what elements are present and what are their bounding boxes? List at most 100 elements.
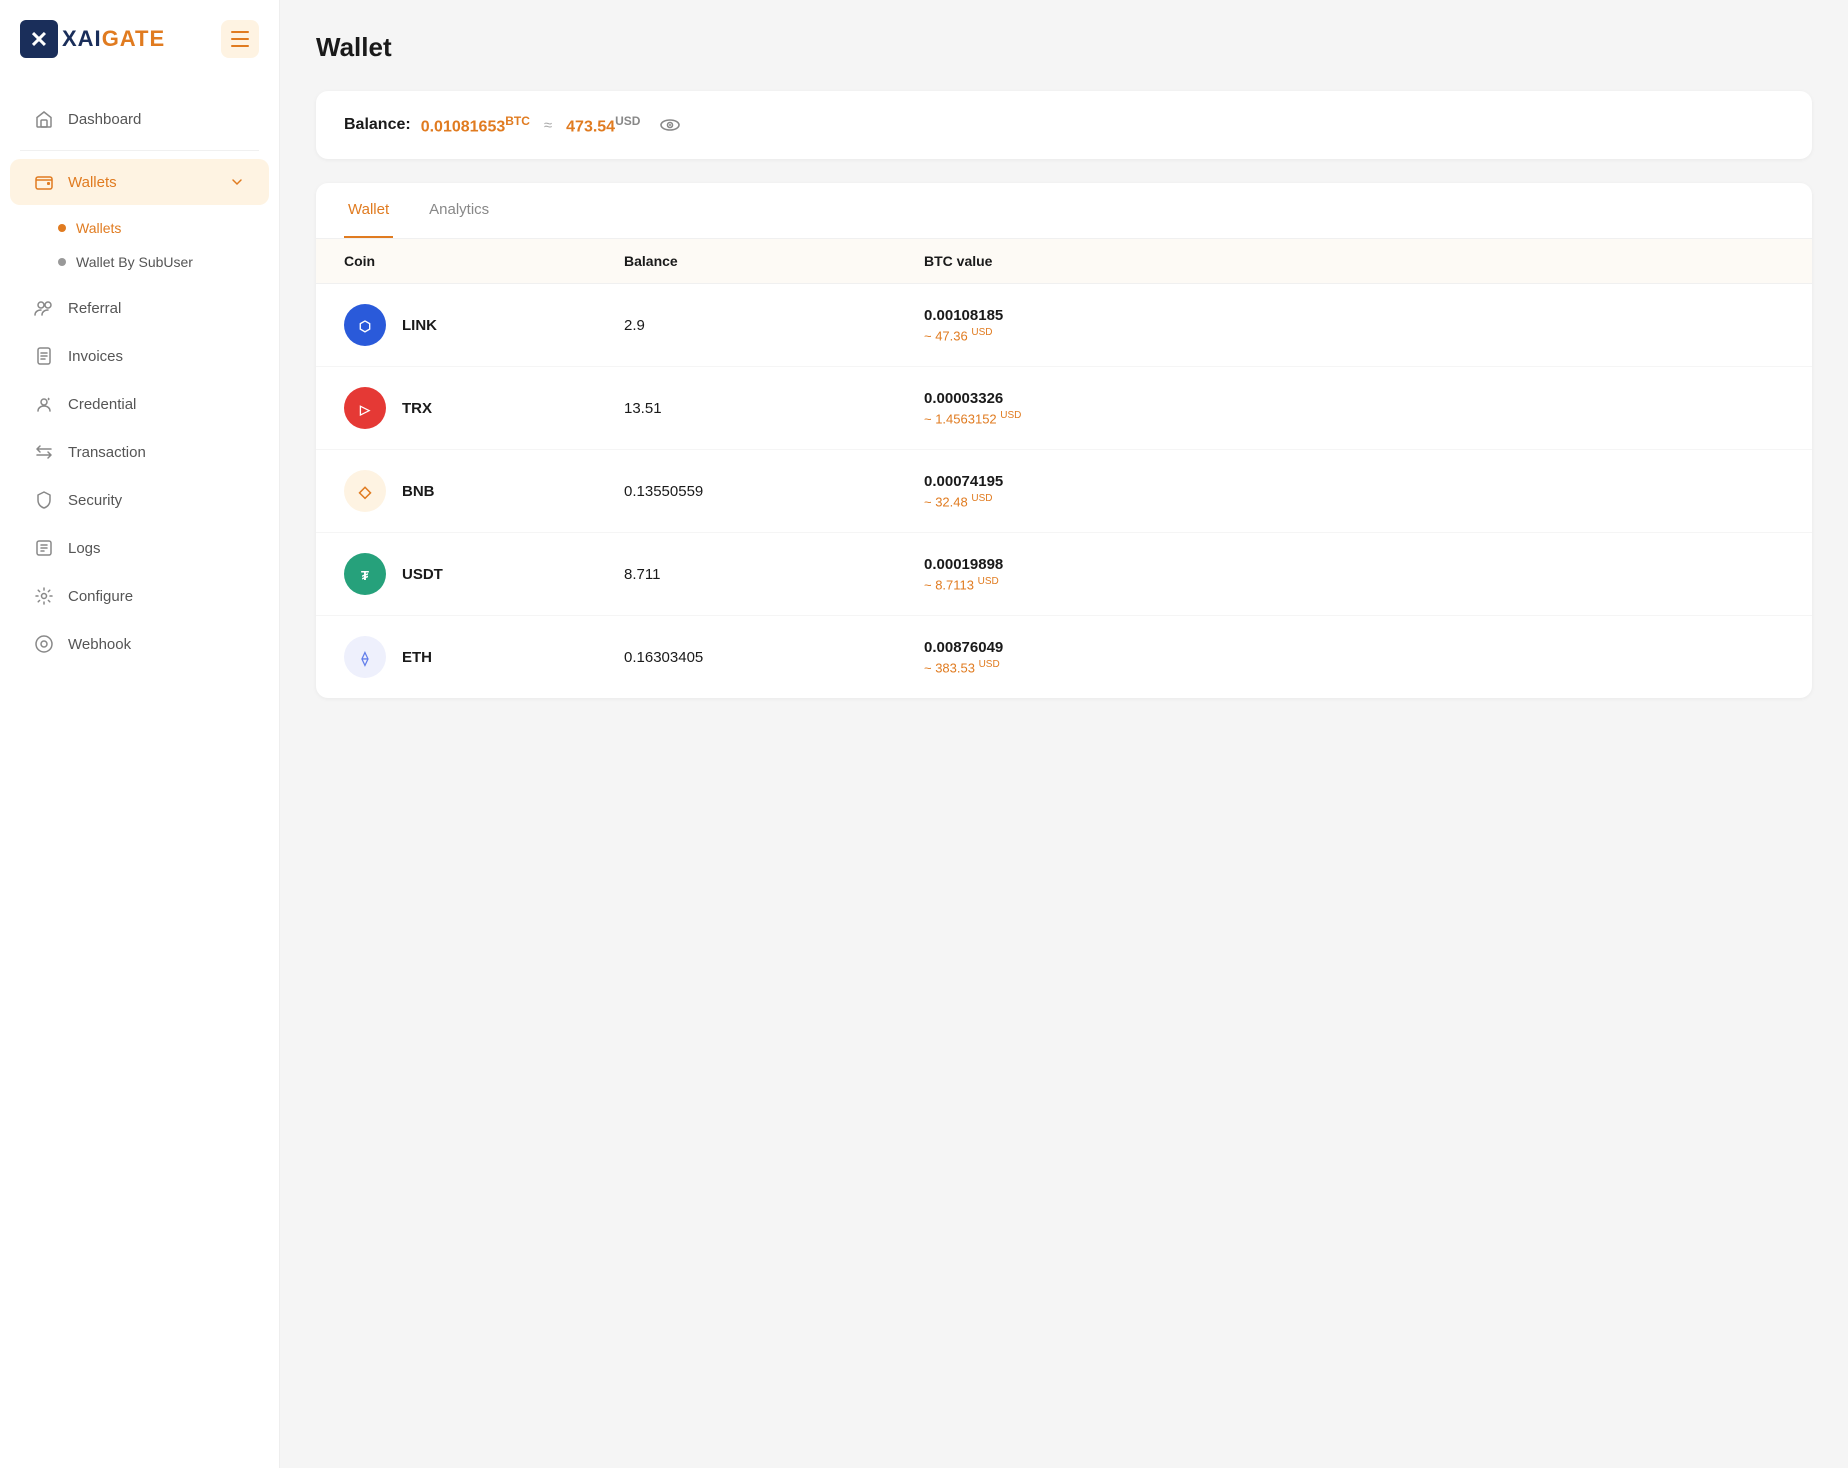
invoices-label: Invoices [68,348,245,365]
btc-main-value: 0.00876049 [924,639,1784,656]
sidebar-subitem-wallet-by-subuser[interactable]: Wallet By SubUser [58,245,279,279]
btc-main-value: 0.00019898 [924,556,1784,573]
sidebar-item-configure[interactable]: Configure [10,573,269,619]
transaction-label: Transaction [68,444,245,461]
sidebar-nav: Dashboard Wallets Wallet [0,78,279,1468]
approx-symbol: ≈ [544,117,552,134]
coin-logo-trx: ▷ [344,387,386,429]
svg-text:₮: ₮ [361,568,369,583]
table-row: ▷ TRX 13.51 0.00003326 ~ 1.4563152 USD [316,367,1812,450]
sidebar-item-credential[interactable]: Credential [10,381,269,427]
coin-balance: 0.13550559 [624,483,924,500]
menu-toggle-button[interactable] [221,20,259,58]
balance-btc-value: 0.01081653BTC [421,114,530,136]
dashboard-label: Dashboard [68,111,245,128]
coin-btc-value: 0.00876049 ~ 383.53 USD [924,639,1784,675]
invoice-icon [34,346,54,366]
logo-area: ✕ XAIGATE [0,0,279,78]
svg-text:✕: ✕ [30,27,48,52]
tabs-bar: Wallet Analytics [316,183,1812,239]
credential-label: Credential [68,396,245,413]
balance-label: Balance: [344,116,411,134]
logs-icon [34,538,54,558]
wallets-sub-label: Wallets [76,220,121,236]
coin-btc-value: 0.00074195 ~ 32.48 USD [924,473,1784,509]
security-label: Security [68,492,245,509]
balance-card: Balance: 0.01081653BTC ≈ 473.54USD [316,91,1812,159]
btc-unit: BTC [505,114,530,128]
coin-cell: ⟠ ETH [344,636,624,678]
table-header: Coin Balance BTC value [316,239,1812,284]
coin-rows: ⬡ LINK 2.9 0.00108185 ~ 47.36 USD ▷ TRX … [316,284,1812,698]
btc-main-value: 0.00003326 [924,390,1784,407]
usd-approx-value: ~ 47.36 USD [924,327,1784,343]
referral-label: Referral [68,300,245,317]
coin-btc-value: 0.00019898 ~ 8.7113 USD [924,556,1784,592]
menu-line-3 [231,45,249,47]
inactive-dot [58,258,66,266]
svg-text:⬡: ⬡ [359,318,371,334]
coin-name: USDT [402,566,443,583]
usd-amount: 473.54 [566,118,615,135]
usd-approx-value: ~ 8.7113 USD [924,576,1784,592]
main-content: Wallet Balance: 0.01081653BTC ≈ 473.54US… [280,0,1848,1468]
coin-balance: 2.9 [624,317,924,334]
usd-approx-value: ~ 1.4563152 USD [924,410,1784,426]
xaigate-logo-icon: ✕ [20,20,58,58]
logo: ✕ XAIGATE [20,20,165,58]
tab-analytics[interactable]: Analytics [425,183,493,238]
balance-usd-value: 473.54USD [566,114,640,136]
wallet-by-subuser-label: Wallet By SubUser [76,254,193,270]
security-icon [34,490,54,510]
menu-line-2 [231,38,249,40]
table-row: ₮ USDT 8.711 0.00019898 ~ 8.7113 USD [316,533,1812,616]
coin-cell: ₮ USDT [344,553,624,595]
sidebar: ✕ XAIGATE Dashboard [0,0,280,1468]
wallet-panel: Wallet Analytics Coin Balance BTC value … [316,183,1812,698]
header-balance: Balance [624,253,924,269]
sidebar-item-invoices[interactable]: Invoices [10,333,269,379]
toggle-balance-button[interactable] [658,113,682,137]
table-row: ◇ BNB 0.13550559 0.00074195 ~ 32.48 USD [316,450,1812,533]
coin-balance: 13.51 [624,400,924,417]
coin-btc-value: 0.00003326 ~ 1.4563152 USD [924,390,1784,426]
sidebar-item-dashboard[interactable]: Dashboard [10,96,269,142]
coin-balance: 8.711 [624,566,924,583]
webhook-label: Webhook [68,636,245,653]
sidebar-item-transaction[interactable]: Transaction [10,429,269,475]
header-coin: Coin [344,253,624,269]
coin-logo-link: ⬡ [344,304,386,346]
sidebar-item-webhook[interactable]: Webhook [10,621,269,667]
logo-gate: GATE [102,26,165,51]
sidebar-item-wallets[interactable]: Wallets [10,159,269,205]
logs-label: Logs [68,540,245,557]
svg-text:▷: ▷ [359,402,371,417]
wallets-submenu: Wallets Wallet By SubUser [0,207,279,283]
sidebar-item-logs[interactable]: Logs [10,525,269,571]
header-btc-value: BTC value [924,253,1784,269]
sidebar-item-security[interactable]: Security [10,477,269,523]
usd-approx-value: ~ 32.48 USD [924,493,1784,509]
btc-amount: 0.01081653 [421,118,506,135]
menu-line-1 [231,31,249,33]
coin-logo-bnb: ◇ [344,470,386,512]
coin-name: LINK [402,317,437,334]
coin-cell: ⬡ LINK [344,304,624,346]
tab-wallet[interactable]: Wallet [344,183,393,238]
coin-name: TRX [402,400,432,417]
transaction-icon [34,442,54,462]
svg-text:◇: ◇ [358,484,372,501]
coin-balance: 0.16303405 [624,649,924,666]
wallets-label: Wallets [68,174,215,191]
active-dot [58,224,66,232]
table-row: ⟠ ETH 0.16303405 0.00876049 ~ 383.53 USD [316,616,1812,698]
coin-name: BNB [402,483,435,500]
configure-icon [34,586,54,606]
sidebar-subitem-wallets[interactable]: Wallets [58,211,279,245]
btc-main-value: 0.00074195 [924,473,1784,490]
usd-unit: USD [615,114,640,128]
credential-icon [34,394,54,414]
home-icon [34,109,54,129]
sidebar-item-referral[interactable]: Referral [10,285,269,331]
svg-text:⟠: ⟠ [361,650,370,667]
